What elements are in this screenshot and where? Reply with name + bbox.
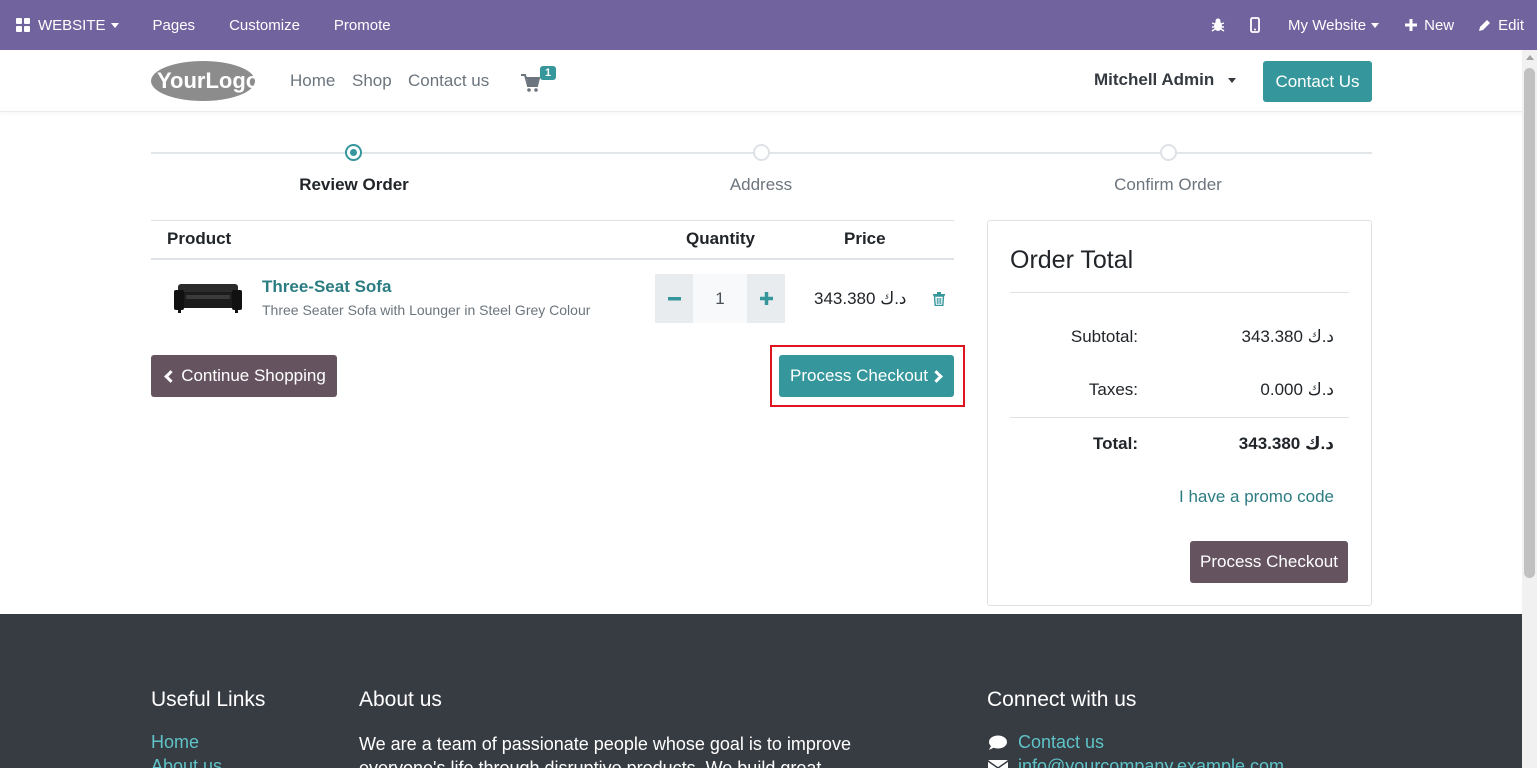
increase-quantity-button[interactable] [747, 274, 785, 323]
about-us-heading: About us [359, 688, 442, 711]
footer-email-link[interactable]: info@yourcompany.example.com [1018, 756, 1284, 768]
nav-shop[interactable]: Shop [352, 71, 392, 91]
column-header-price: Price [844, 229, 886, 248]
taxes-value: 0.000 د.ك [1260, 380, 1334, 399]
promote-menu[interactable]: Promote [317, 0, 408, 50]
process-checkout-button[interactable]: Process Checkout [779, 355, 954, 397]
envelope-icon [988, 760, 1008, 768]
contact-us-button[interactable]: Contact Us [1263, 61, 1372, 102]
quantity-stepper [655, 274, 785, 323]
chevron-right-icon [930, 369, 943, 383]
footer-link-home[interactable]: Home [151, 732, 199, 753]
promote-label: Promote [333, 16, 391, 34]
card-divider [1010, 417, 1349, 418]
svg-text:YourLogo: YourLogo [157, 68, 255, 93]
chevron-left-icon [164, 369, 178, 383]
process-checkout-card-button[interactable]: Process Checkout [1190, 541, 1348, 583]
step-address: Address [729, 175, 793, 194]
total-value: 343.380 د.ك [1238, 434, 1334, 453]
scrollbar-thumb[interactable] [1524, 68, 1535, 578]
apps-icon [16, 18, 30, 32]
product-name-link[interactable]: Three-Seat Sofa [262, 277, 391, 297]
user-menu[interactable]: Mitchell Admin [1094, 70, 1236, 90]
comment-icon [989, 735, 1007, 750]
customize-menu[interactable]: Customize [212, 0, 317, 50]
quantity-input[interactable] [693, 274, 747, 323]
minus-icon [667, 296, 681, 300]
website-menu-label: WEBSITE [38, 16, 106, 34]
total-label: Total: [1092, 434, 1138, 453]
product-image[interactable] [172, 278, 244, 318]
about-us-text: We are a team of passionate people whose… [359, 734, 851, 768]
my-website-label: My Website [1288, 16, 1367, 34]
line-price: 343.380 د.ك [814, 289, 907, 308]
pages-label: Pages [152, 16, 196, 34]
plus-icon [759, 292, 773, 305]
scrollbar[interactable] [1522, 50, 1537, 768]
edit-button[interactable]: Edit [1466, 0, 1537, 50]
column-header-quantity: Quantity [686, 229, 755, 248]
new-label: New [1424, 16, 1455, 34]
chevron-down-icon [110, 22, 119, 28]
debug-button[interactable] [1200, 0, 1236, 50]
subtotal-label: Subtotal: [1070, 327, 1138, 346]
step-dot-confirm-order [1160, 144, 1177, 161]
decrease-quantity-button[interactable] [655, 274, 693, 323]
process-checkout-label: Process Checkout [790, 366, 928, 385]
user-name: Mitchell Admin [1094, 70, 1215, 89]
nav-contact-us[interactable]: Contact us [408, 71, 489, 91]
my-website-menu[interactable]: My Website [1274, 0, 1393, 50]
connect-heading: Connect with us [987, 688, 1137, 711]
step-dot-review-order [345, 144, 362, 161]
pages-menu[interactable]: Pages [136, 0, 213, 50]
product-description: Three Seater Sofa with Lounger in Steel … [262, 302, 591, 318]
footer: Useful Links Home About us About us We a… [0, 614, 1522, 768]
order-total-title: Order Total [1010, 246, 1134, 274]
chevron-down-icon [1371, 22, 1380, 28]
step-confirm-order: Confirm Order [1114, 175, 1222, 194]
edit-label: Edit [1498, 16, 1524, 34]
order-total-card: Order Total Subtotal: 343.380 د.ك Taxes:… [987, 220, 1372, 606]
step-review-order: Review Order [299, 175, 409, 194]
column-header-product: Product [167, 229, 232, 248]
trash-icon[interactable] [933, 292, 945, 306]
card-divider [1010, 292, 1349, 293]
useful-links-heading: Useful Links [151, 688, 266, 711]
table-top-border [151, 220, 954, 221]
continue-shopping-label: Continue Shopping [181, 366, 326, 385]
scroll-up-icon[interactable] [1526, 55, 1534, 60]
site-logo[interactable]: YourLogo [151, 60, 255, 102]
table-header-border [151, 258, 954, 260]
footer-link-about-us[interactable]: About us [151, 756, 222, 768]
footer-contact-us-link[interactable]: Contact us [1018, 732, 1104, 753]
admin-bar: WEBSITE Pages Customize Promote My Websi… [0, 0, 1537, 50]
mobile-preview-button[interactable] [1236, 0, 1274, 50]
customize-label: Customize [229, 16, 300, 34]
continue-shopping-button[interactable]: Continue Shopping [151, 355, 337, 397]
chevron-down-icon [1228, 78, 1236, 84]
taxes-label: Taxes: [1088, 380, 1138, 399]
website-menu[interactable]: WEBSITE [0, 0, 136, 50]
new-button[interactable]: New [1393, 0, 1466, 50]
promo-code-link[interactable]: I have a promo code [1179, 487, 1334, 507]
site-header: YourLogo Home Shop Contact us 1 Mitchell… [0, 50, 1522, 112]
nav-home[interactable]: Home [290, 71, 335, 91]
mobile-icon [1250, 17, 1260, 33]
cart-count-badge: 1 [540, 66, 557, 80]
step-dot-address [753, 144, 770, 161]
subtotal-value: 343.380 د.ك [1241, 327, 1335, 346]
plus-icon [1405, 19, 1418, 31]
bug-icon [1211, 18, 1225, 32]
pencil-icon [1479, 19, 1491, 31]
